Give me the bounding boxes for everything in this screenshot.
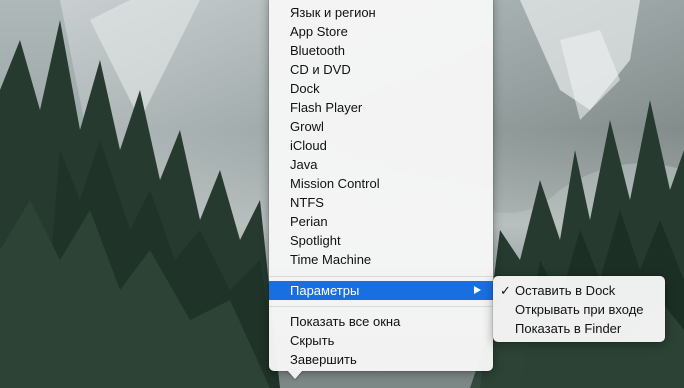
menu-item-label: CD и DVD (290, 62, 351, 77)
menu-item-label: Perian (290, 214, 328, 229)
submenu-item-label: Оставить в Dock (515, 283, 616, 298)
menu-item-label: Java (290, 157, 318, 172)
menu-item-label: Bluetooth (290, 43, 345, 58)
menu-item-label: Growl (290, 119, 324, 134)
menu-item-bluetooth[interactable]: Bluetooth (269, 41, 493, 60)
menu-item-app-store[interactable]: App Store (269, 22, 493, 41)
menu-item-label: App Store (290, 24, 348, 39)
menu-item-icloud[interactable]: iCloud (269, 136, 493, 155)
menu-item-show-all-windows[interactable]: Показать все окна (269, 312, 493, 331)
menu-item-time-machine[interactable]: Time Machine (269, 250, 493, 269)
menu-item-spotlight[interactable]: Spotlight (269, 231, 493, 250)
menu-item-label: Mission Control (290, 176, 380, 191)
menu-item-label: Завершить (290, 352, 357, 367)
menu-item-label: Язык и регион (290, 5, 376, 20)
menu-item-parameters[interactable]: Параметры (269, 281, 493, 300)
app-context-menu: Язык и регион App Store Bluetooth CD и D… (269, 0, 493, 371)
checkmark-icon: ✓ (500, 283, 511, 298)
menu-item-mission-control[interactable]: Mission Control (269, 174, 493, 193)
submenu-item-label: Открывать при входе (515, 302, 644, 317)
submenu-item-show-in-finder[interactable]: Показать в Finder (493, 319, 665, 338)
menu-item-growl[interactable]: Growl (269, 117, 493, 136)
menu-item-dock[interactable]: Dock (269, 79, 493, 98)
submenu-item-keep-in-dock[interactable]: ✓ Оставить в Dock (493, 281, 665, 300)
menu-item-label: Показать все окна (290, 314, 401, 329)
menu-item-quit[interactable]: Завершить (269, 350, 493, 369)
menu-item-label: Скрыть (290, 333, 335, 348)
menu-item-label: NTFS (290, 195, 324, 210)
menu-item-ntfs[interactable]: NTFS (269, 193, 493, 212)
submenu-item-open-at-login[interactable]: Открывать при входе (493, 300, 665, 319)
menu-item-language-region[interactable]: Язык и регион (269, 3, 493, 22)
submenu-item-label: Показать в Finder (515, 321, 622, 336)
menu-item-label: Flash Player (290, 100, 363, 115)
submenu-arrow-icon (474, 286, 481, 294)
menu-item-perian[interactable]: Perian (269, 212, 493, 231)
menu-item-hide[interactable]: Скрыть (269, 331, 493, 350)
menu-item-java[interactable]: Java (269, 155, 493, 174)
menu-item-label: Spotlight (290, 233, 341, 248)
options-submenu: ✓ Оставить в Dock Открывать при входе По… (493, 276, 665, 342)
menu-item-label: Dock (290, 81, 320, 96)
menu-separator (269, 306, 493, 307)
menu-item-flash-player[interactable]: Flash Player (269, 98, 493, 117)
menu-item-label: Time Machine (290, 252, 372, 267)
menu-separator (269, 276, 493, 277)
menu-pointer-tail (287, 370, 303, 379)
menu-item-cd-dvd[interactable]: CD и DVD (269, 60, 493, 79)
menu-item-label: iCloud (290, 138, 327, 153)
menu-item-label: Параметры (290, 283, 360, 298)
